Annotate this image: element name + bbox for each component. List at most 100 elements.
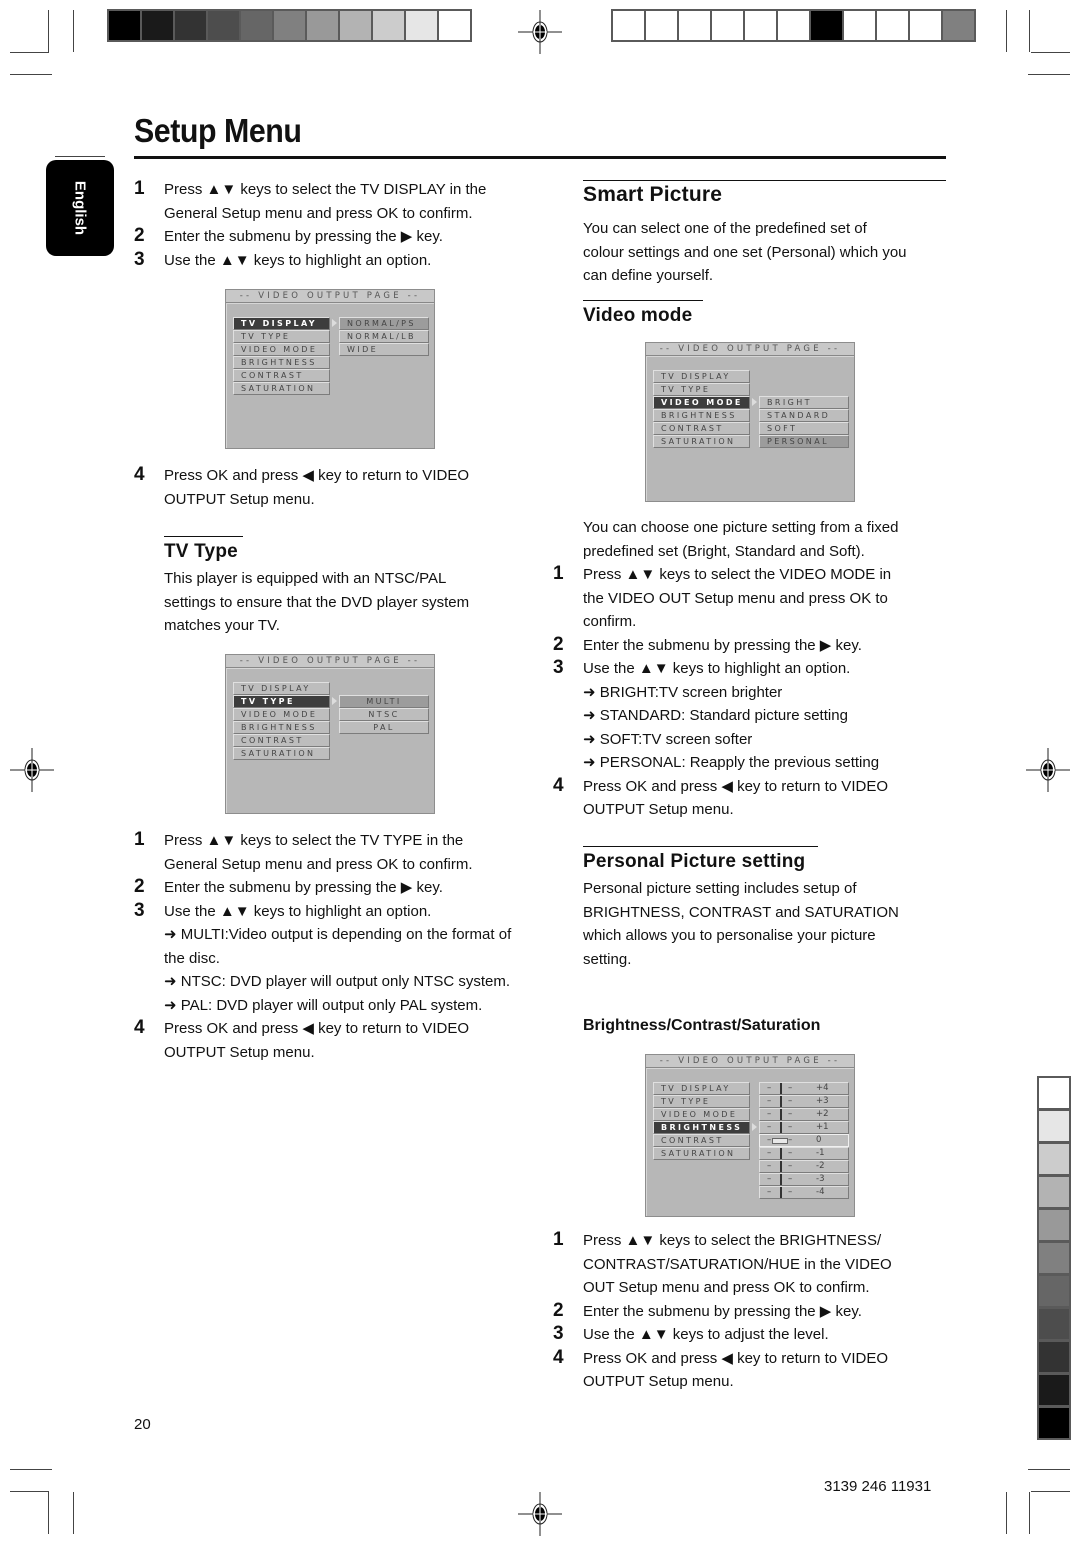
step-text: Enter the submenu by pressing the ▶ key. bbox=[583, 1302, 862, 1320]
registration-mark-icon bbox=[518, 10, 562, 54]
osd-submenu-arrow-icon bbox=[332, 697, 337, 705]
paragraph-line: You can select one of the predefined set… bbox=[583, 220, 867, 237]
step-number: 3 bbox=[134, 899, 145, 921]
osd-menu-item[interactable]: TV DISPLAY bbox=[653, 1082, 750, 1095]
crop-mark bbox=[1028, 1469, 1070, 1470]
level-dash: – bbox=[788, 1096, 793, 1106]
osd-menu-item[interactable]: TV DISPLAY bbox=[233, 682, 330, 695]
osd-option[interactable]: STANDARD bbox=[759, 409, 849, 422]
color-swatch bbox=[1039, 1210, 1069, 1240]
osd-title: -- VIDEO OUTPUT PAGE -- bbox=[646, 1055, 854, 1068]
osd-option[interactable]: BRIGHT bbox=[759, 396, 849, 409]
step-text: OUT Setup menu and press OK to confirm. bbox=[583, 1279, 870, 1296]
color-swatch bbox=[712, 11, 743, 40]
step-text: OUTPUT Setup menu. bbox=[164, 490, 315, 508]
color-swatch bbox=[1039, 1276, 1069, 1306]
step-text: confirm. bbox=[583, 613, 637, 630]
level-value: +1 bbox=[816, 1122, 829, 1132]
osd-menu-item[interactable]: VIDEO MODE bbox=[233, 343, 330, 356]
color-swatch bbox=[1039, 1375, 1069, 1405]
crop-mark bbox=[1029, 10, 1030, 52]
osd-menu-item[interactable]: VIDEO MODE bbox=[233, 708, 330, 721]
osd-menu-item[interactable]: TV TYPE bbox=[653, 383, 750, 396]
personal-picture-heading: Personal Picture setting bbox=[583, 851, 806, 872]
osd-level-row[interactable]: – – +4 bbox=[759, 1082, 849, 1095]
step-number: 2 bbox=[134, 225, 145, 246]
osd-option[interactable]: NORMAL/PS bbox=[339, 317, 429, 330]
color-swatch bbox=[1039, 1078, 1069, 1108]
osd-level-row[interactable]: – – +3 bbox=[759, 1095, 849, 1108]
osd-option[interactable]: NORMAL/LB bbox=[339, 330, 429, 343]
color-swatch bbox=[778, 11, 809, 40]
step-item: 1 Press ▲▼ keys to select the BRIGHTNESS/… bbox=[553, 1229, 953, 1300]
color-swatch bbox=[142, 11, 173, 40]
crop-mark bbox=[1029, 1492, 1030, 1534]
osd-menu-item[interactable]: TV DISPLAY bbox=[233, 317, 330, 330]
level-slider-knob[interactable] bbox=[772, 1138, 788, 1144]
level-value: +2 bbox=[816, 1109, 829, 1119]
color-swatch bbox=[844, 11, 875, 40]
osd-body: TV DISPLAY TV TYPE VIDEO MODE BRIGHTNESS CON… bbox=[646, 356, 854, 501]
crop-mark bbox=[1006, 1492, 1007, 1534]
osd-menu-item[interactable]: SATURATION bbox=[233, 747, 330, 760]
color-swatch bbox=[1039, 1408, 1069, 1438]
osd-level-row[interactable]: – – +2 bbox=[759, 1108, 849, 1121]
osd-menu-item[interactable]: TV TYPE bbox=[653, 1095, 750, 1108]
color-swatch bbox=[208, 11, 239, 40]
osd-level-row[interactable]: – – -3 bbox=[759, 1173, 849, 1186]
osd-level-row[interactable]: – – -4 bbox=[759, 1186, 849, 1199]
osd-option[interactable]: WIDE bbox=[339, 343, 429, 356]
paragraph-line: which allows you to personalise your pic… bbox=[583, 927, 876, 944]
osd-menu-item[interactable]: CONTRAST bbox=[233, 369, 330, 382]
osd-menu-item[interactable]: BRIGHTNESS bbox=[233, 721, 330, 734]
step-item: 1 Press ▲▼ keys to select the VIDEO MODE … bbox=[553, 563, 953, 634]
side-grayscale-swatch-strip bbox=[1037, 1076, 1071, 1440]
osd-menu-item[interactable]: CONTRAST bbox=[653, 1134, 750, 1147]
smart-picture-rule bbox=[583, 180, 946, 181]
osd-menu-item[interactable]: BRIGHTNESS bbox=[653, 1121, 750, 1134]
level-value: +4 bbox=[816, 1083, 829, 1093]
osd-option[interactable]: SOFT bbox=[759, 422, 849, 435]
osd-level-row[interactable]: – – 0 bbox=[759, 1134, 849, 1147]
level-dash: – bbox=[767, 1122, 772, 1132]
step-bullet: SOFT:TV screen softer bbox=[583, 728, 953, 752]
osd-menu-item[interactable]: VIDEO MODE bbox=[653, 396, 750, 409]
color-swatch bbox=[811, 11, 842, 40]
level-dash: – bbox=[788, 1187, 793, 1197]
osd-option[interactable]: PERSONAL bbox=[759, 435, 849, 448]
osd-menu-item[interactable]: SATURATION bbox=[233, 382, 330, 395]
osd-menu-item[interactable]: SATURATION bbox=[653, 435, 750, 448]
step-item: 2 Enter the submenu by pressing the ▶ key… bbox=[134, 876, 534, 900]
step-text: Press ▲▼ keys to select the TV TYPE in t… bbox=[164, 832, 464, 849]
osd-option[interactable]: MULTI bbox=[339, 695, 429, 708]
step-text: Press OK and press ◀ key to return to VI… bbox=[164, 1020, 469, 1037]
osd-option[interactable]: PAL bbox=[339, 721, 429, 734]
language-tab: English bbox=[46, 160, 114, 256]
level-dash: – bbox=[767, 1135, 772, 1145]
osd-menu-item[interactable]: TV TYPE bbox=[233, 695, 330, 708]
step-bullet: BRIGHT:TV screen brighter bbox=[583, 681, 953, 705]
osd-option[interactable]: NTSC bbox=[339, 708, 429, 721]
osd-menu-item[interactable]: TV TYPE bbox=[233, 330, 330, 343]
step-number: 4 bbox=[553, 1346, 564, 1368]
osd-level-row[interactable]: – – +1 bbox=[759, 1121, 849, 1134]
osd-menu-item[interactable]: TV DISPLAY bbox=[653, 370, 750, 383]
color-swatch bbox=[1039, 1111, 1069, 1141]
tv-display-steps: 1 Press ▲▼ keys to select the TV DISPLAY … bbox=[134, 178, 534, 272]
osd-menu-item[interactable]: VIDEO MODE bbox=[653, 1108, 750, 1121]
osd-menu-item[interactable]: BRIGHTNESS bbox=[653, 409, 750, 422]
osd-level-row[interactable]: – – -1 bbox=[759, 1147, 849, 1160]
osd-menu-item[interactable]: SATURATION bbox=[653, 1147, 750, 1160]
step-number: 4 bbox=[553, 774, 564, 796]
step-text: Enter the submenu by pressing the ▶ key. bbox=[164, 228, 443, 245]
step-text: OUTPUT Setup menu. bbox=[164, 1043, 315, 1061]
osd-menu-item[interactable]: CONTRAST bbox=[233, 734, 330, 747]
osd-menu-item[interactable]: BRIGHTNESS bbox=[233, 356, 330, 369]
osd-menu-item[interactable]: CONTRAST bbox=[653, 422, 750, 435]
step-text: CONTRAST/SATURATION/HUE in the VIDEO bbox=[583, 1255, 892, 1273]
paragraph-line: BRIGHTNESS, CONTRAST and SATURATION bbox=[583, 903, 899, 921]
osd-level-row[interactable]: – – -2 bbox=[759, 1160, 849, 1173]
video-mode-intro: You can choose one picture setting from … bbox=[583, 516, 953, 563]
level-dash: – bbox=[788, 1148, 793, 1158]
step-item: 4 Press OK and press ◀ key to return to V… bbox=[553, 775, 953, 822]
